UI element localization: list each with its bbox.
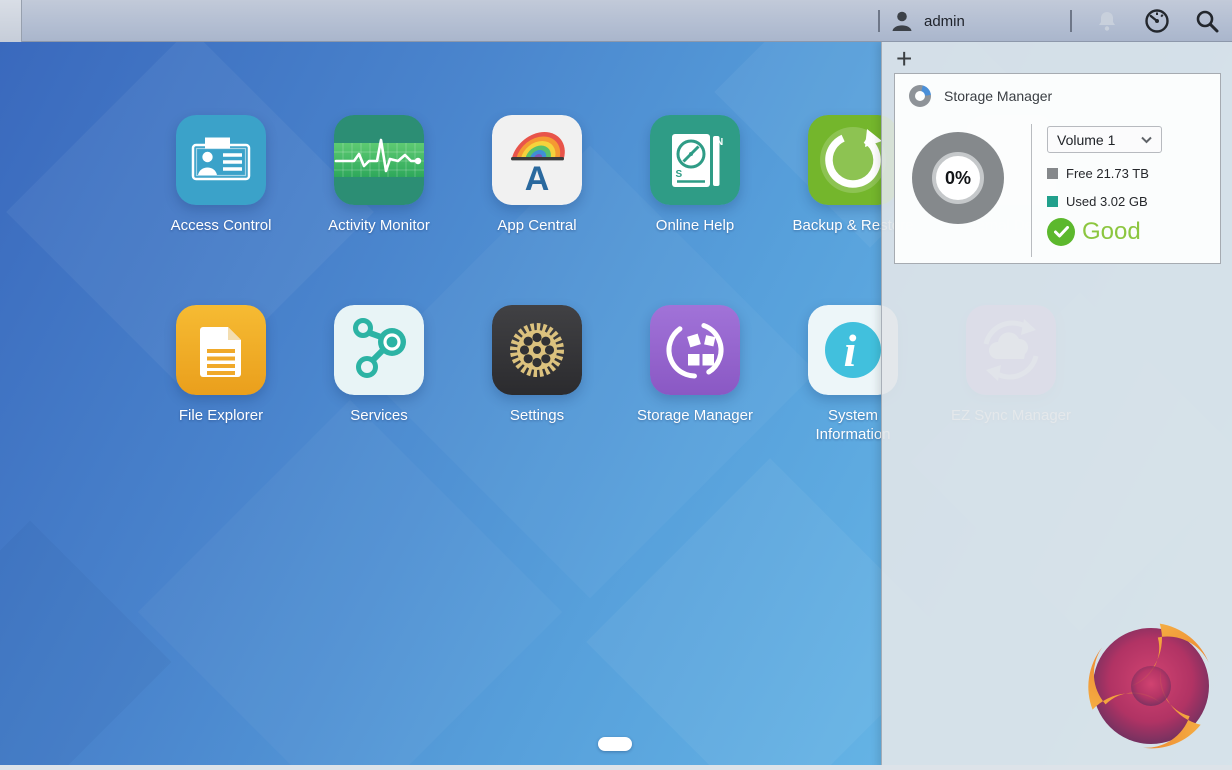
background-diamond: [0, 520, 172, 770]
top-bar: admin: [0, 0, 1232, 42]
user-menu[interactable]: admin: [890, 9, 1060, 33]
volume-select[interactable]: Volume 1: [1047, 126, 1162, 153]
bottom-edge-strip: [0, 765, 1232, 770]
used-legend-row: Used 3.02 GB: [1047, 194, 1212, 209]
health-status-row: Good: [1047, 218, 1212, 246]
status-badge: Good: [1082, 218, 1141, 245]
donut-center: 0%: [932, 152, 984, 204]
brand-swirl-logo: [1088, 623, 1209, 749]
free-legend-row: Free 21.73 TB: [1047, 166, 1212, 181]
services-icon: [334, 305, 424, 395]
storage-manager-widget: Storage Manager 0% Volume 1 Free 21.73 T…: [894, 73, 1221, 264]
widget-divider: [1031, 124, 1032, 257]
free-label: Free 21.73 TB: [1066, 166, 1149, 181]
screen: Access Control Activity Monitor A App Ce…: [0, 0, 1232, 770]
app-label: Settings: [509, 407, 565, 424]
storage-usage-donut: 0%: [912, 132, 1004, 224]
notifications-button[interactable]: [1090, 4, 1124, 38]
app-label: Access Control: [170, 217, 272, 234]
compass-south-letter: S: [676, 169, 683, 180]
bell-icon: [1099, 12, 1115, 31]
search-button[interactable]: [1190, 4, 1224, 38]
add-widget-button[interactable]: +: [890, 44, 918, 74]
user-icon: [892, 11, 912, 31]
desktop: Access Control Activity Monitor A App Ce…: [0, 42, 1232, 770]
storage-manager-icon: [650, 305, 740, 395]
app-central-icon: A: [492, 115, 582, 205]
volume-select-value: Volume 1: [1057, 131, 1116, 148]
app-app-central[interactable]: A App Central: [462, 115, 612, 235]
info-letter: i: [844, 325, 857, 376]
separator: [878, 10, 880, 32]
app-storage-manager[interactable]: Storage Manager: [620, 305, 770, 425]
app-central-letter: A: [525, 160, 550, 198]
check-circle-icon: [1047, 218, 1075, 246]
app-settings[interactable]: Settings: [462, 305, 612, 425]
app-activity-monitor[interactable]: Activity Monitor: [304, 115, 454, 235]
usage-percent: 0%: [944, 167, 971, 188]
file-explorer-icon: [176, 305, 266, 395]
app-online-help[interactable]: N S Online Help: [620, 115, 770, 235]
widget-title: Storage Manager: [944, 88, 1053, 104]
online-help-icon: N S: [650, 115, 740, 205]
app-label: File Explorer: [178, 407, 264, 424]
free-swatch: [1047, 168, 1058, 179]
separator: [1070, 10, 1072, 32]
used-swatch: [1047, 196, 1058, 207]
app-label: Storage Manager: [637, 407, 753, 424]
activity-monitor-icon: [334, 115, 424, 205]
widget-detail-column: Volume 1 Free 21.73 TB Used 3.02 GB Good: [1047, 126, 1212, 246]
page-indicator-pill[interactable]: [598, 737, 632, 751]
chevron-down-icon: [1141, 136, 1152, 143]
gauge-icon: [1145, 9, 1169, 33]
widget-header: Storage Manager: [909, 85, 1052, 107]
app-label: App Central: [497, 217, 577, 234]
system-monitor-button[interactable]: [1140, 4, 1174, 38]
app-label: Services: [350, 407, 408, 424]
storage-widget-icon: [909, 85, 931, 107]
app-services[interactable]: Services: [304, 305, 454, 425]
access-control-icon: [176, 115, 266, 205]
app-label: Online Help: [655, 217, 735, 234]
username: admin: [924, 12, 965, 30]
top-bar-left-edge: [0, 0, 22, 42]
compass-north-letter: N: [716, 137, 723, 148]
settings-icon: [492, 305, 582, 395]
app-label: Activity Monitor: [328, 217, 430, 234]
search-icon: [1196, 10, 1219, 33]
used-label: Used 3.02 GB: [1066, 194, 1148, 209]
app-file-explorer[interactable]: File Explorer: [146, 305, 296, 425]
app-access-control[interactable]: Access Control: [146, 115, 296, 235]
